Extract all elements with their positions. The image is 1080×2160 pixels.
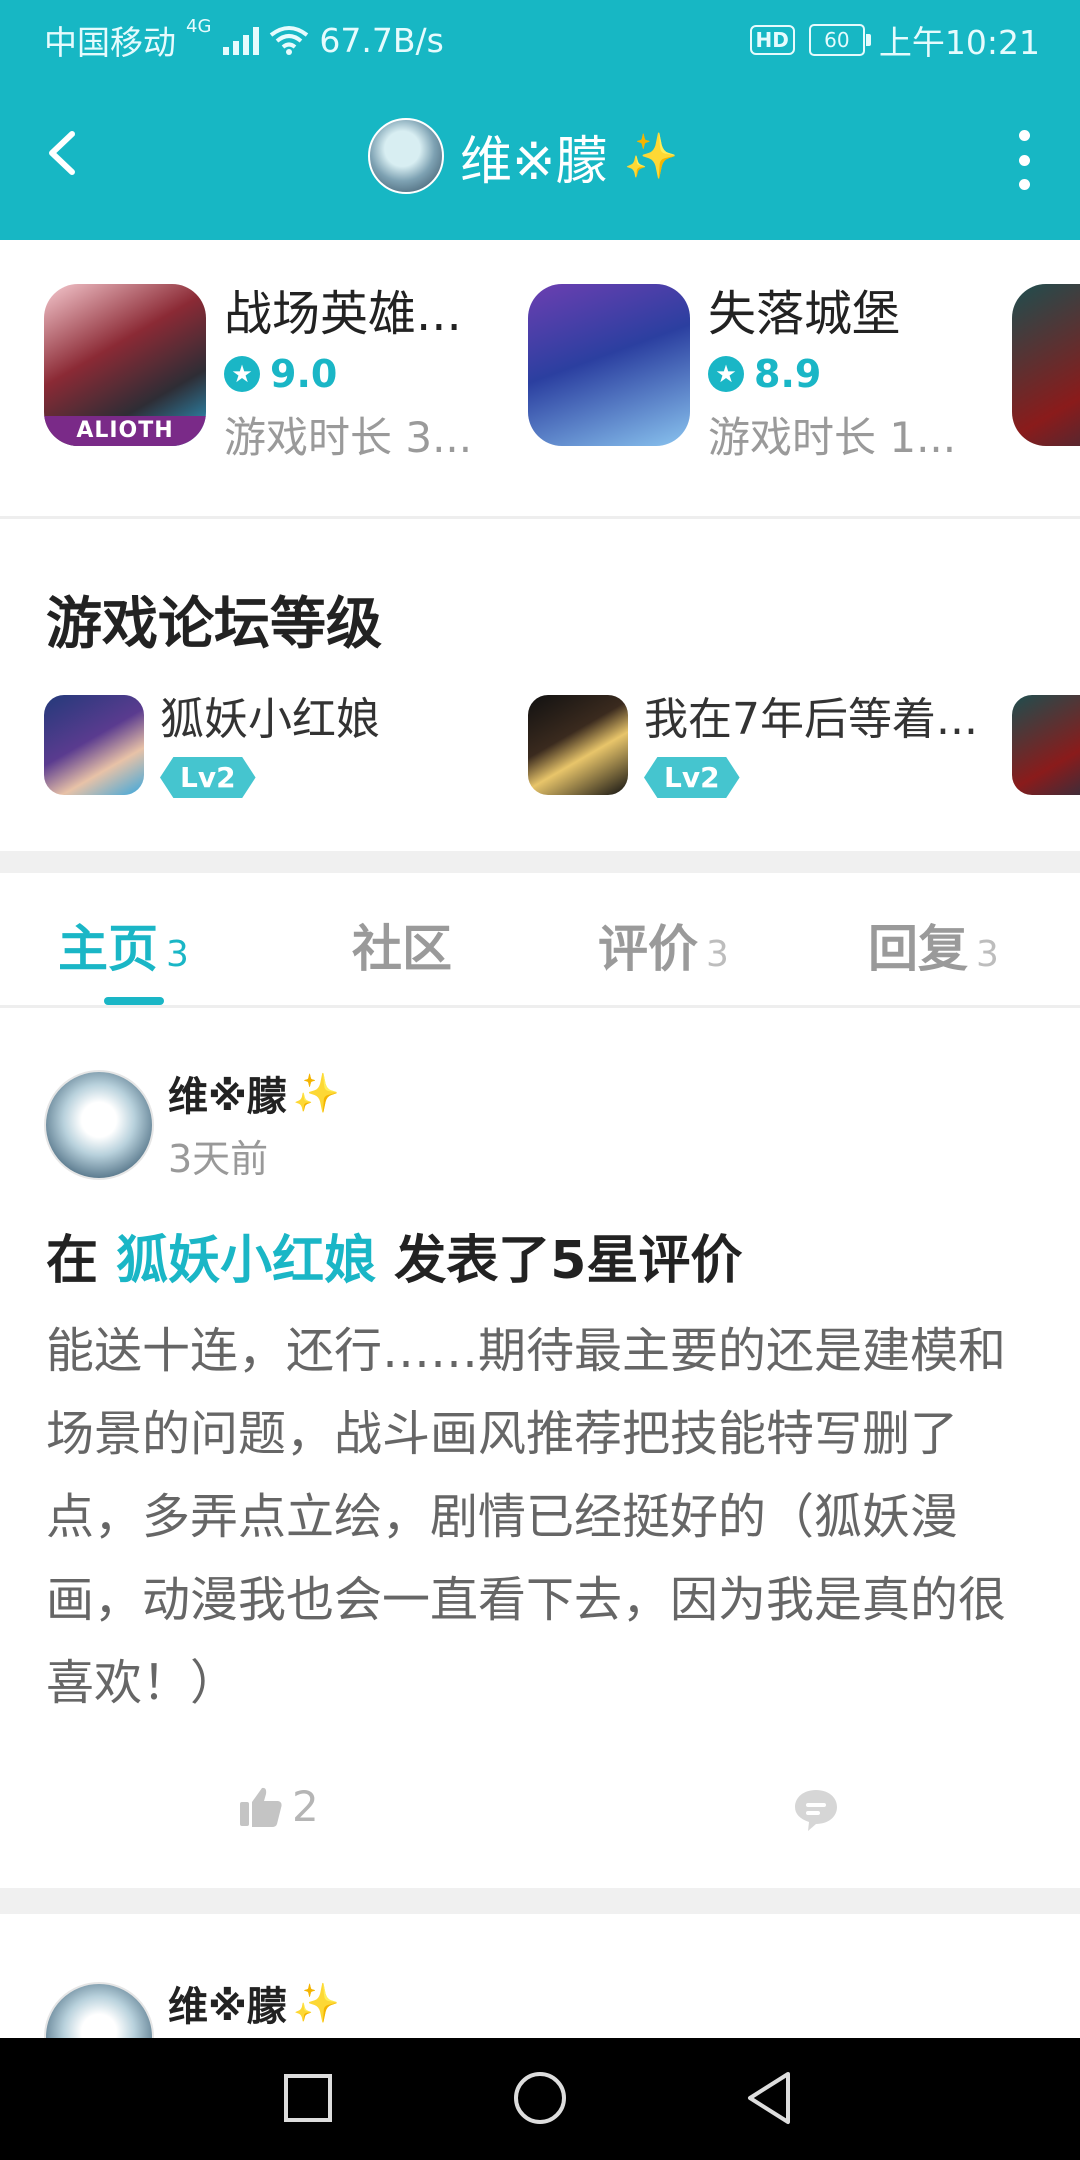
battery-icon: 60 (808, 24, 871, 56)
game-badge: ALIOTH (44, 416, 206, 446)
forum-item[interactable]: 狐妖小红娘 Lv2 (44, 695, 380, 798)
post-body[interactable]: 能送十连，还行……期待最主要的还是建模和场景的问题，战斗画风推荐把技能特写删了点… (46, 1310, 1046, 1725)
game-icon (1012, 284, 1080, 446)
thumbs-up-icon (240, 1787, 282, 1827)
level-badge: Lv2 (160, 757, 256, 798)
headline-prefix: 在 (46, 1231, 99, 1291)
played-games-list: ALIOTH 战场英雄... ★ 9.0 游戏时长 3... 失落城堡 ★ 8.9 … (0, 240, 1080, 519)
back-arrow-icon[interactable] (40, 128, 90, 178)
sparkle-icon: ✨ (292, 1070, 341, 1115)
like-count: 2 (292, 1782, 319, 1831)
author-name: 维※朦 (168, 1074, 287, 1120)
system-nav-bar (0, 2038, 1080, 2160)
feed-post: 维※朦 ✨ (0, 1914, 1080, 2038)
forum-game-name: 狐妖小红娘 (160, 695, 380, 745)
section-divider (0, 1888, 1080, 1914)
profile-tabs: 主页 3 社区 评价 3 回复 3 (0, 873, 1080, 1008)
tab-label: 主页 (58, 920, 158, 978)
sparkle-icon: ✨ (623, 131, 679, 182)
home-icon[interactable] (510, 2068, 570, 2128)
tab-reviews[interactable]: 评价 3 (598, 909, 729, 981)
tab-community[interactable]: 社区 (352, 909, 452, 981)
wifi-icon (270, 26, 309, 55)
active-tab-indicator (104, 997, 164, 1005)
tab-home[interactable]: 主页 3 (58, 909, 189, 981)
post-author[interactable]: 维※朦 ✨ (168, 1974, 340, 2032)
comment-icon[interactable] (792, 1786, 840, 1834)
more-options-icon[interactable] (1012, 130, 1036, 190)
post-actions: 2 (0, 1778, 1080, 1858)
tab-replies[interactable]: 回复 3 (868, 909, 999, 981)
tab-label: 评价 (598, 920, 698, 978)
feed-post: 维※朦 ✨ 3天前 在 狐妖小红娘 发表了5星评价 能送十连，还行……期待最主要… (0, 1008, 1080, 1888)
headline-suffix: 发表了5星评价 (394, 1231, 743, 1291)
avatar[interactable] (44, 1070, 154, 1180)
forum-game-icon (528, 695, 628, 795)
like-button[interactable]: 2 (238, 1782, 319, 1831)
game-rating: 9.0 (270, 352, 338, 396)
network-type: 4G (186, 16, 212, 37)
post-headline: 在 狐妖小红娘 发表了5星评价 (46, 1218, 742, 1293)
game-playtime: 游戏时长 3... (224, 413, 473, 462)
game-name: 失落城堡 (708, 286, 901, 342)
tab-label: 社区 (352, 920, 452, 978)
app-bar: 维※朦 ✨ (0, 74, 1080, 240)
section-divider (0, 851, 1080, 873)
forum-level-section: 游戏论坛等级 狐妖小红娘 Lv2 我在7年后等着... Lv2 (0, 519, 1080, 851)
star-icon: ★ (224, 356, 260, 392)
game-card[interactable]: ALIOTH 战场英雄... ★ 9.0 游戏时长 3... (44, 284, 484, 465)
game-card[interactable]: 失落城堡 ★ 8.9 游戏时长 1... (528, 284, 968, 465)
tab-label: 回复 (868, 920, 968, 978)
tab-count: 3 (706, 934, 729, 975)
star-icon: ★ (708, 356, 744, 392)
forum-game-name: 我在7年后等着... (644, 695, 978, 745)
hd-icon: HD (749, 25, 795, 55)
game-rating: 8.9 (754, 352, 822, 396)
forum-item-partial[interactable] (1012, 695, 1080, 795)
forum-item[interactable]: 我在7年后等着... Lv2 (528, 695, 978, 798)
forum-game-icon (1012, 695, 1080, 795)
game-icon (528, 284, 690, 446)
post-author[interactable]: 维※朦 ✨ (168, 1064, 340, 1122)
top-bar: 中国移动 4G 67.7B/s HD 60 上午10:21 维※朦 ✨ (0, 0, 1080, 240)
clock: 上午10:21 (878, 23, 1040, 62)
author-name: 维※朦 (168, 1984, 287, 2030)
game-name: 战场英雄... (224, 286, 462, 342)
network-speed: 67.7B/s (319, 20, 444, 60)
page-title: 维※朦 (460, 131, 608, 192)
carrier-label: 中国移动 (44, 23, 176, 62)
signal-icon (223, 25, 260, 55)
profile-title: 维※朦 ✨ (368, 118, 678, 194)
back-icon[interactable] (740, 2068, 800, 2128)
status-bar: 中国移动 4G 67.7B/s HD 60 上午10:21 (0, 0, 1080, 74)
game-card-partial[interactable] (1012, 284, 1080, 446)
game-icon: ALIOTH (44, 284, 206, 446)
level-badge: Lv2 (644, 757, 740, 798)
tab-count: 3 (166, 934, 189, 975)
tab-count: 3 (976, 934, 999, 975)
recents-icon[interactable] (278, 2068, 338, 2128)
game-link[interactable]: 狐妖小红娘 (116, 1231, 376, 1291)
section-title: 游戏论坛等级 (46, 592, 382, 657)
avatar[interactable] (44, 1982, 154, 2038)
avatar[interactable] (368, 118, 444, 194)
game-playtime: 游戏时长 1... (708, 413, 957, 462)
forum-game-icon (44, 695, 144, 795)
post-time: 3天前 (168, 1137, 269, 1181)
sparkle-icon: ✨ (292, 1980, 341, 2025)
